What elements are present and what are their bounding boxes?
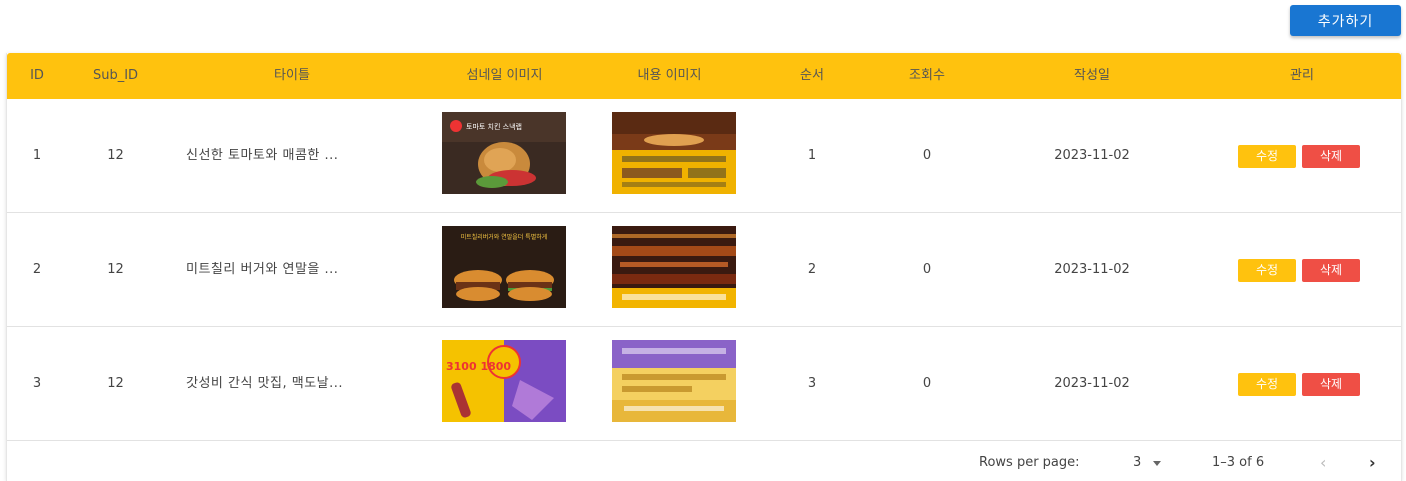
cell-title: 미트칠리 버거와 연말을 ... <box>186 262 339 277</box>
thumbnail-image: 토마토 치킨 스낵랩 <box>442 112 566 194</box>
cell-id: 3 <box>32 376 42 391</box>
edit-button[interactable]: 수정 <box>1238 259 1296 282</box>
header-views: 조회수 <box>909 68 945 83</box>
table-header: ID Sub_ID 타이틀 섬네일 이미지 내용 이미지 순서 조회수 작성일 … <box>7 53 1401 99</box>
content-image <box>612 112 736 194</box>
cell-date: 2023-11-02 <box>1054 148 1130 163</box>
rows-per-page-select[interactable]: 3 <box>1133 441 1141 481</box>
header-date: 작성일 <box>1074 68 1110 83</box>
cell-title: 신선한 토마토와 매콤한 ... <box>186 148 339 163</box>
edit-button[interactable]: 수정 <box>1238 145 1296 168</box>
data-table: ID Sub_ID 타이틀 섬네일 이미지 내용 이미지 순서 조회수 작성일 … <box>6 53 1402 481</box>
header-sub-id: Sub_ID <box>92 68 139 83</box>
header-thumbnail: 섬네일 이미지 <box>466 68 543 83</box>
table-row: 2 12 미트칠리 버거와 연말을 ... 미트칠리버거와 연말을더 특별하게 <box>7 213 1401 327</box>
thumbnail-image: 미트칠리버거와 연말을더 특별하게 <box>442 226 566 308</box>
thumb-caption: 3100 1800 <box>446 360 511 373</box>
thumb-caption: 토마토 치킨 스낵랩 <box>466 122 522 131</box>
header-content-image: 내용 이미지 <box>637 68 702 83</box>
header-id: ID <box>30 68 44 83</box>
table-row: 1 12 신선한 토마토와 매콤한 ... 토마토 치킨 스낵랩 1 0 202… <box>7 99 1401 213</box>
cell-id: 1 <box>32 148 42 163</box>
chevron-right-icon[interactable]: › <box>1369 441 1376 481</box>
thumbnail-image: 3100 1800 <box>442 340 566 422</box>
header-order: 순서 <box>800 68 824 83</box>
delete-button[interactable]: 삭제 <box>1302 259 1360 282</box>
page-range: 1–3 of 6 <box>1212 455 1265 470</box>
cell-views: 0 <box>922 262 932 277</box>
content-image <box>612 340 736 422</box>
pagination: Rows per page: 3 1–3 of 6 ‹ › <box>7 441 1401 481</box>
delete-button[interactable]: 삭제 <box>1302 145 1360 168</box>
content-image <box>612 226 736 308</box>
cell-sub-id: 12 <box>107 376 124 391</box>
cell-sub-id: 12 <box>107 262 124 277</box>
cell-order: 1 <box>807 148 817 163</box>
cell-date: 2023-11-02 <box>1054 262 1130 277</box>
cell-order: 3 <box>807 376 817 391</box>
cell-id: 2 <box>32 262 42 277</box>
cell-date: 2023-11-02 <box>1054 376 1130 391</box>
header-title: 타이틀 <box>274 68 310 83</box>
cell-title: 갓성비 간식 맛집, 맥도날... <box>186 376 344 391</box>
cell-views: 0 <box>922 148 932 163</box>
add-button[interactable]: 추가하기 <box>1290 5 1401 36</box>
chevron-left-icon[interactable]: ‹ <box>1320 441 1326 481</box>
cell-sub-id: 12 <box>107 148 124 163</box>
chevron-down-icon[interactable] <box>1153 461 1161 466</box>
cell-order: 2 <box>807 262 817 277</box>
table-row: 3 12 갓성비 간식 맛집, 맥도날... 3100 1800 3 0 202… <box>7 327 1401 441</box>
delete-button[interactable]: 삭제 <box>1302 373 1360 396</box>
cell-views: 0 <box>922 376 932 391</box>
rows-per-page-label: Rows per page: <box>979 455 1080 470</box>
header-manage: 관리 <box>1290 68 1314 83</box>
edit-button[interactable]: 수정 <box>1238 373 1296 396</box>
thumb-caption: 미트칠리버거와 연말을더 특별하게 <box>461 233 548 241</box>
